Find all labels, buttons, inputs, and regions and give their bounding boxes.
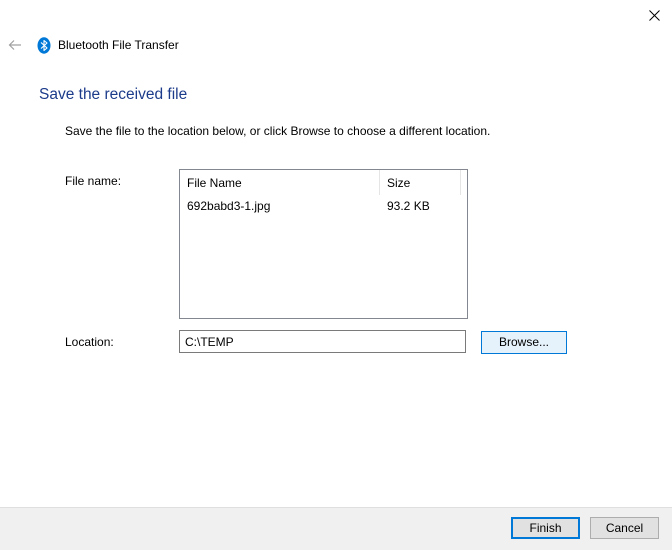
app-title: Bluetooth File Transfer <box>58 38 179 52</box>
bluetooth-icon <box>37 37 51 54</box>
file-list-header: File Name Size <box>180 170 467 195</box>
instructions-text: Save the file to the location below, or … <box>65 124 491 138</box>
file-list[interactable]: File Name Size 692babd3-1.jpg 93.2 KB <box>179 169 468 319</box>
column-header-size[interactable]: Size <box>380 170 461 195</box>
cancel-button[interactable]: Cancel <box>590 517 659 539</box>
close-button[interactable] <box>636 0 672 30</box>
location-input[interactable] <box>179 330 466 353</box>
page-title: Save the received file <box>39 86 188 103</box>
file-name-cell: 692babd3-1.jpg <box>187 199 271 213</box>
back-arrow-icon <box>8 40 21 50</box>
file-size-cell: 93.2 KB <box>387 199 430 213</box>
finish-button[interactable]: Finish <box>511 517 580 539</box>
file-list-row[interactable]: 692babd3-1.jpg 93.2 KB <box>180 196 467 216</box>
column-header-file-name[interactable]: File Name <box>180 170 380 195</box>
close-icon <box>648 9 660 21</box>
bluetooth-file-transfer-window: Bluetooth File Transfer Save the receive… <box>0 0 672 550</box>
location-label: Location: <box>65 335 114 349</box>
file-name-label: File name: <box>65 174 122 188</box>
browse-button[interactable]: Browse... <box>481 331 567 354</box>
back-button[interactable] <box>5 36 25 54</box>
